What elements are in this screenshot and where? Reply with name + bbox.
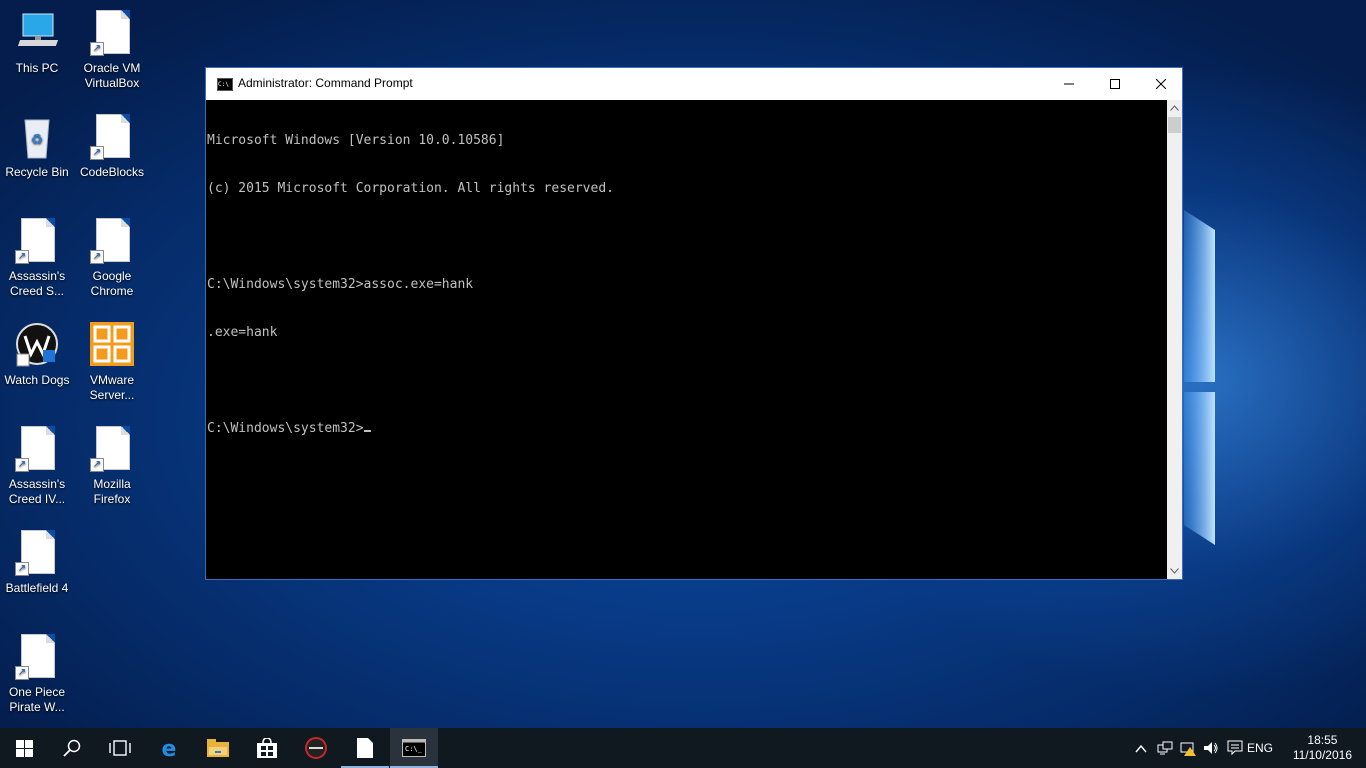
title-bar[interactable]: C:\ Administrator: Command Prompt — [206, 68, 1182, 100]
console-line: .exe=hank — [207, 325, 278, 340]
network-icon[interactable] — [1157, 740, 1173, 756]
warning-network-icon[interactable] — [1180, 740, 1196, 756]
clock-time: 18:55 — [1307, 733, 1338, 747]
system-tray: ENG 18:55 11/10/2016 — [1121, 728, 1366, 768]
console-line: C:\Windows\system32>assoc.exe=hank — [207, 277, 474, 292]
console-prompt-line: C:\Windows\system32> — [206, 421, 1167, 437]
action-center-icon[interactable] — [1227, 740, 1243, 756]
console-line: (c) 2015 Microsoft Corporation. All righ… — [207, 181, 614, 196]
console-output[interactable]: Microsoft Windows [Version 10.0.10586] (… — [206, 100, 1167, 579]
language-indicator[interactable]: ENG — [1247, 741, 1273, 755]
file-explorer-icon — [207, 739, 229, 757]
search-button[interactable] — [48, 728, 96, 768]
vertical-scrollbar[interactable] — [1167, 100, 1182, 579]
clock-date: 11/10/2016 — [1292, 748, 1352, 762]
document-button[interactable] — [341, 728, 389, 768]
document-shortcut-icon: ↗ — [13, 634, 61, 682]
watch-dogs-icon — [13, 322, 61, 370]
file-explorer-button[interactable] — [194, 728, 242, 768]
edge-icon: e — [162, 737, 177, 759]
minimize-button[interactable] — [1046, 68, 1092, 99]
command-prompt-icon: C:\ — [217, 78, 233, 91]
volume-icon[interactable] — [1203, 740, 1219, 756]
minimize-icon — [1064, 83, 1074, 84]
svg-text:♻: ♻ — [31, 131, 44, 147]
close-button[interactable] — [1138, 68, 1184, 99]
scroll-down-arrow[interactable] — [1167, 563, 1182, 579]
command-prompt-icon: C:\_ — [402, 739, 426, 757]
document-shortcut-icon: ↗ — [88, 218, 136, 266]
desktop-icon-assassins-creed-s[interactable]: ↗ Assassin's Creed S... — [0, 218, 74, 299]
chevron-up-icon — [1170, 105, 1179, 111]
clock[interactable]: 18:55 11/10/2016 — [1293, 733, 1352, 763]
document-shortcut-icon: ↗ — [13, 218, 61, 266]
desktop-icon-vmware[interactable]: VMware Server... — [75, 322, 149, 403]
search-icon — [63, 739, 81, 757]
scroll-up-arrow[interactable] — [1167, 100, 1182, 116]
computer-icon — [13, 10, 61, 58]
document-icon — [357, 738, 373, 758]
desktop-icon-virtualbox[interactable]: ↗ Oracle VM VirtualBox — [75, 10, 149, 91]
maximize-button[interactable] — [1092, 68, 1138, 99]
document-shortcut-icon: ↗ — [88, 426, 136, 474]
task-view-button[interactable] — [96, 728, 144, 768]
desktop-icon-one-piece[interactable]: ↗ One Piece Pirate W... — [0, 634, 74, 715]
window-title: Administrator: Command Prompt — [238, 76, 413, 90]
command-prompt-taskbar-button[interactable]: C:\_ — [390, 728, 438, 768]
close-icon — [1156, 78, 1166, 89]
scroll-thumb[interactable] — [1168, 117, 1181, 133]
maximize-icon — [1110, 78, 1120, 89]
desktop-icon-watch-dogs[interactable]: Watch Dogs — [0, 322, 74, 388]
vmware-icon — [88, 322, 136, 370]
document-shortcut-icon: ↗ — [13, 530, 61, 578]
document-shortcut-icon: ↗ — [88, 114, 136, 162]
store-icon — [257, 738, 277, 758]
asus-button[interactable] — [292, 728, 340, 768]
taskbar: e C:\_ ENG 18:55 11/10/2016 — [0, 728, 1366, 768]
asus-icon — [305, 737, 327, 759]
store-button[interactable] — [243, 728, 291, 768]
document-shortcut-icon: ↗ — [88, 10, 136, 58]
document-shortcut-icon: ↗ — [13, 426, 61, 474]
svg-text:e: e — [162, 737, 177, 759]
desktop-icon-battlefield-4[interactable]: ↗ Battlefield 4 — [0, 530, 74, 596]
edge-button[interactable]: e — [145, 728, 193, 768]
console-prompt: C:\Windows\system32> — [207, 421, 364, 436]
task-view-icon — [109, 740, 131, 756]
desktop-icon-google-chrome[interactable]: ↗ Google Chrome — [75, 218, 149, 299]
desktop-icon-mozilla-firefox[interactable]: ↗ Mozilla Firefox — [75, 426, 149, 507]
svg-text:C:\_: C:\_ — [405, 745, 423, 753]
chevron-up-icon[interactable] — [1135, 744, 1147, 754]
desktop-icon-codeblocks[interactable]: ↗ CodeBlocks — [75, 114, 149, 180]
console-line: Microsoft Windows [Version 10.0.10586] — [207, 133, 505, 148]
chevron-down-icon — [1170, 568, 1179, 574]
desktop-icon-assassins-creed-iv[interactable]: ↗ Assassin's Creed IV... — [0, 426, 74, 507]
text-cursor — [363, 430, 371, 432]
command-prompt-window[interactable]: C:\ Administrator: Command Prompt Micros… — [205, 67, 1183, 580]
start-icon — [15, 739, 33, 757]
desktop-icon-this-pc[interactable]: This PC — [0, 10, 74, 76]
desktop-icon-recycle-bin[interactable]: ♻ Recycle Bin — [0, 114, 74, 180]
start-button[interactable] — [0, 728, 48, 768]
recycle-bin-icon: ♻ — [13, 114, 61, 162]
